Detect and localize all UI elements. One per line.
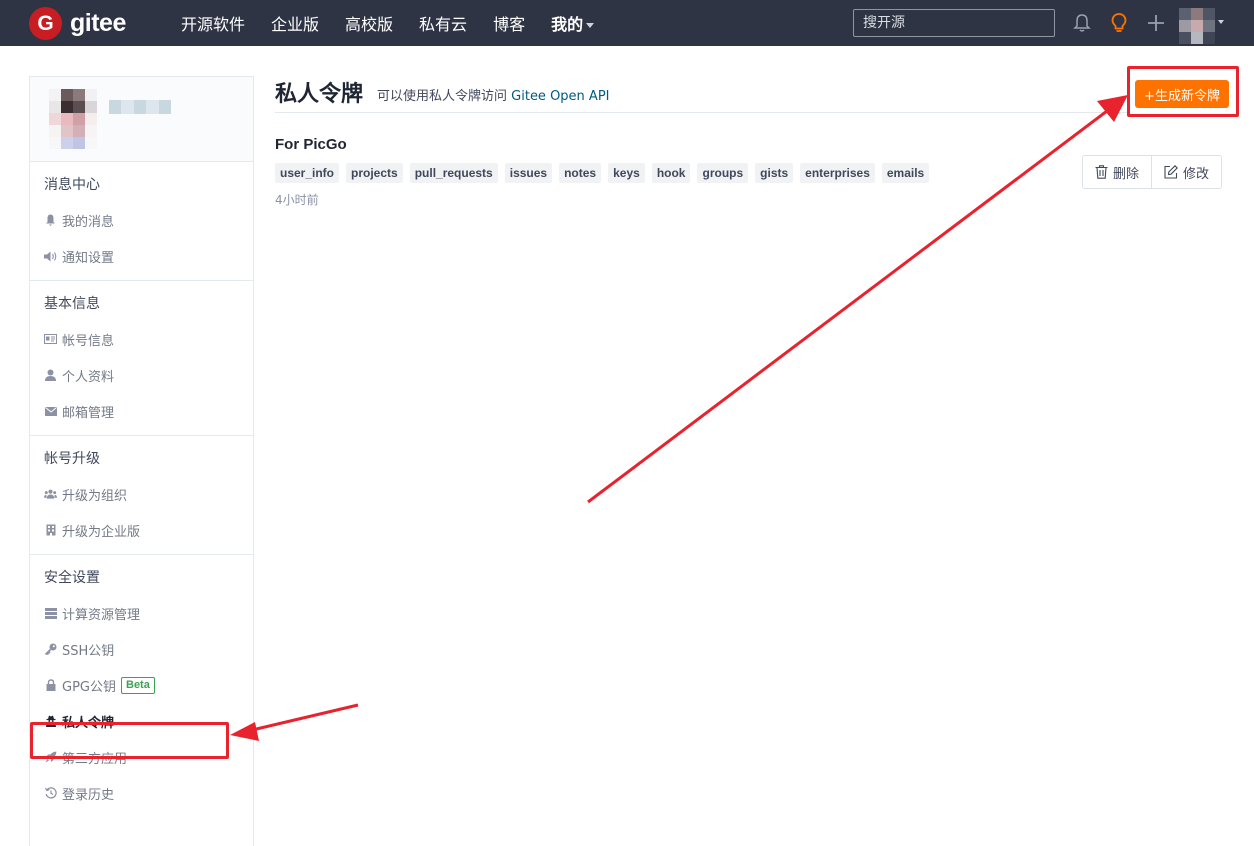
- page-title: 私人令牌: [275, 82, 364, 107]
- chevron-down-icon: [586, 23, 595, 28]
- section-security-settings: 安全设置 计算资源管理 SSH公钥 GPG公钥 Beta 私人令牌 第三方应用 …: [30, 555, 253, 817]
- sidebar-item-profile[interactable]: 个人资料: [30, 357, 253, 393]
- scope-tag: hook: [651, 163, 691, 183]
- section-title: 消息中心: [44, 177, 100, 193]
- scope-tag: issues: [504, 163, 553, 183]
- sidebar-item-label: 邮箱管理: [62, 405, 115, 421]
- sidebar-item-label: 通知设置: [62, 250, 115, 266]
- section-title: 基本信息: [44, 296, 100, 312]
- sidebar-item-email-management[interactable]: 邮箱管理: [30, 393, 253, 429]
- section-account-upgrade: 帐号升级 升级为组织 升级为企业版: [30, 436, 253, 555]
- nav-link-education[interactable]: 高校版: [345, 11, 393, 35]
- scope-tag: notes: [559, 163, 602, 183]
- section-title: 安全设置: [44, 570, 100, 586]
- sidebar-item-ssh-keys[interactable]: SSH公钥: [30, 631, 253, 667]
- server-icon: [44, 607, 57, 620]
- sidebar-item-notification-settings[interactable]: 通知设置: [30, 238, 253, 274]
- plus-icon[interactable]: [1144, 11, 1168, 35]
- sidebar-profile: [30, 77, 253, 162]
- profile-avatar: [49, 89, 97, 149]
- sidebar-item-login-history[interactable]: 登录历史: [30, 775, 253, 811]
- nav-link-private-cloud[interactable]: 私有云: [419, 11, 467, 35]
- page-description: 可以使用私人令牌访问 Gitee Open API: [377, 85, 610, 104]
- token-name: For PicGo: [275, 136, 347, 153]
- sidebar-item-label: 私人令牌: [62, 715, 115, 731]
- sidebar-item-account-info[interactable]: 帐号信息: [30, 321, 253, 357]
- sidebar-item-label: 升级为组织: [62, 488, 128, 504]
- logo-text: gitee: [70, 8, 126, 37]
- gitee-logo-icon: G: [29, 6, 62, 40]
- sidebar-item-label: 登录历史: [62, 787, 115, 803]
- settings-sidebar: 消息中心 我的消息 通知设置 基本信息 帐号信息 个人资料 邮箱管理 帐号升级: [29, 76, 254, 846]
- open-api-link[interactable]: Gitee Open API: [511, 89, 609, 104]
- building-icon: [44, 524, 57, 537]
- section-basic-info: 基本信息 帐号信息 个人资料 邮箱管理: [30, 281, 253, 436]
- user-avatar[interactable]: [1179, 8, 1215, 44]
- search-input[interactable]: [853, 9, 1055, 37]
- user-icon: [44, 369, 57, 382]
- sidebar-item-label: 第三方应用: [62, 751, 128, 767]
- avatar-caret-icon[interactable]: [1218, 20, 1224, 24]
- scope-tag: groups: [697, 163, 749, 183]
- lock-icon: [44, 679, 57, 692]
- envelope-icon: [44, 405, 57, 418]
- sidebar-item-gpg-keys[interactable]: GPG公钥 Beta: [30, 667, 253, 703]
- arrow-to-generate-button: [587, 95, 1128, 504]
- delete-token-button[interactable]: 删除: [1083, 156, 1151, 188]
- nav-link-mine[interactable]: 我的: [551, 11, 595, 35]
- sidebar-item-label: 帐号信息: [62, 333, 115, 349]
- sidebar-item-label: GPG公钥: [62, 679, 116, 695]
- token-actions: 删除 修改: [1082, 155, 1223, 189]
- key-icon: [44, 643, 57, 656]
- users-icon: [44, 488, 57, 501]
- scope-tag: projects: [346, 163, 403, 183]
- sidebar-item-label: 计算资源管理: [62, 607, 141, 623]
- scope-tag: pull_requests: [409, 163, 498, 183]
- scope-tag: enterprises: [800, 163, 875, 183]
- title-divider: [275, 112, 1129, 113]
- nav-link-blog[interactable]: 博客: [493, 11, 525, 35]
- rocket-icon: [44, 751, 57, 764]
- token-scopes: user_info projects pull_requests issues …: [275, 163, 936, 183]
- user-secret-icon: [44, 715, 57, 728]
- nav-link-open-source[interactable]: 开源软件: [181, 11, 245, 35]
- speaker-icon: [44, 250, 57, 263]
- lightbulb-icon[interactable]: [1107, 11, 1131, 35]
- section-title: 帐号升级: [44, 451, 100, 467]
- bell-icon[interactable]: [1070, 11, 1094, 35]
- sidebar-item-label: SSH公钥: [62, 643, 115, 659]
- edit-token-button[interactable]: 修改: [1151, 156, 1221, 188]
- id-card-icon: [44, 333, 57, 346]
- sidebar-item-label: 个人资料: [62, 369, 115, 385]
- page-description-text: 可以使用私人令牌访问: [377, 89, 508, 104]
- profile-name-blurred: [109, 100, 171, 114]
- top-navbar: G gitee 开源软件 企业版 高校版 私有云 博客 我的: [0, 0, 1254, 46]
- scope-tag: keys: [608, 163, 645, 183]
- nav-links: 开源软件 企业版 高校版 私有云 博客 我的: [168, 0, 607, 46]
- history-icon: [44, 787, 57, 800]
- nav-link-enterprise[interactable]: 企业版: [271, 11, 319, 35]
- sidebar-item-my-messages[interactable]: 我的消息: [30, 202, 253, 238]
- generate-token-button[interactable]: +生成新令牌: [1135, 80, 1229, 108]
- delete-label: 删除: [1113, 166, 1140, 182]
- sidebar-item-upgrade-to-org[interactable]: 升级为组织: [30, 476, 253, 512]
- sidebar-item-compute-resources[interactable]: 计算资源管理: [30, 595, 253, 631]
- edit-label: 修改: [1183, 166, 1210, 182]
- sidebar-item-label: 我的消息: [62, 214, 115, 230]
- trash-icon: [1095, 165, 1108, 179]
- gitee-logo[interactable]: G gitee: [29, 6, 126, 40]
- scope-tag: user_info: [275, 163, 340, 183]
- bell-icon: [44, 214, 57, 227]
- nav-link-mine-label: 我的: [551, 15, 584, 34]
- sidebar-item-upgrade-to-enterprise[interactable]: 升级为企业版: [30, 512, 253, 548]
- edit-icon: [1164, 165, 1178, 179]
- sidebar-item-third-party-apps[interactable]: 第三方应用: [30, 739, 253, 775]
- beta-badge: Beta: [121, 676, 155, 694]
- sidebar-item-label: 升级为企业版: [62, 524, 141, 540]
- scope-tag: emails: [881, 163, 930, 183]
- scope-tag: gists: [755, 163, 794, 183]
- sidebar-item-private-tokens[interactable]: 私人令牌: [30, 703, 253, 739]
- token-created-time: 4小时前: [275, 193, 319, 207]
- section-message-center: 消息中心 我的消息 通知设置: [30, 162, 253, 281]
